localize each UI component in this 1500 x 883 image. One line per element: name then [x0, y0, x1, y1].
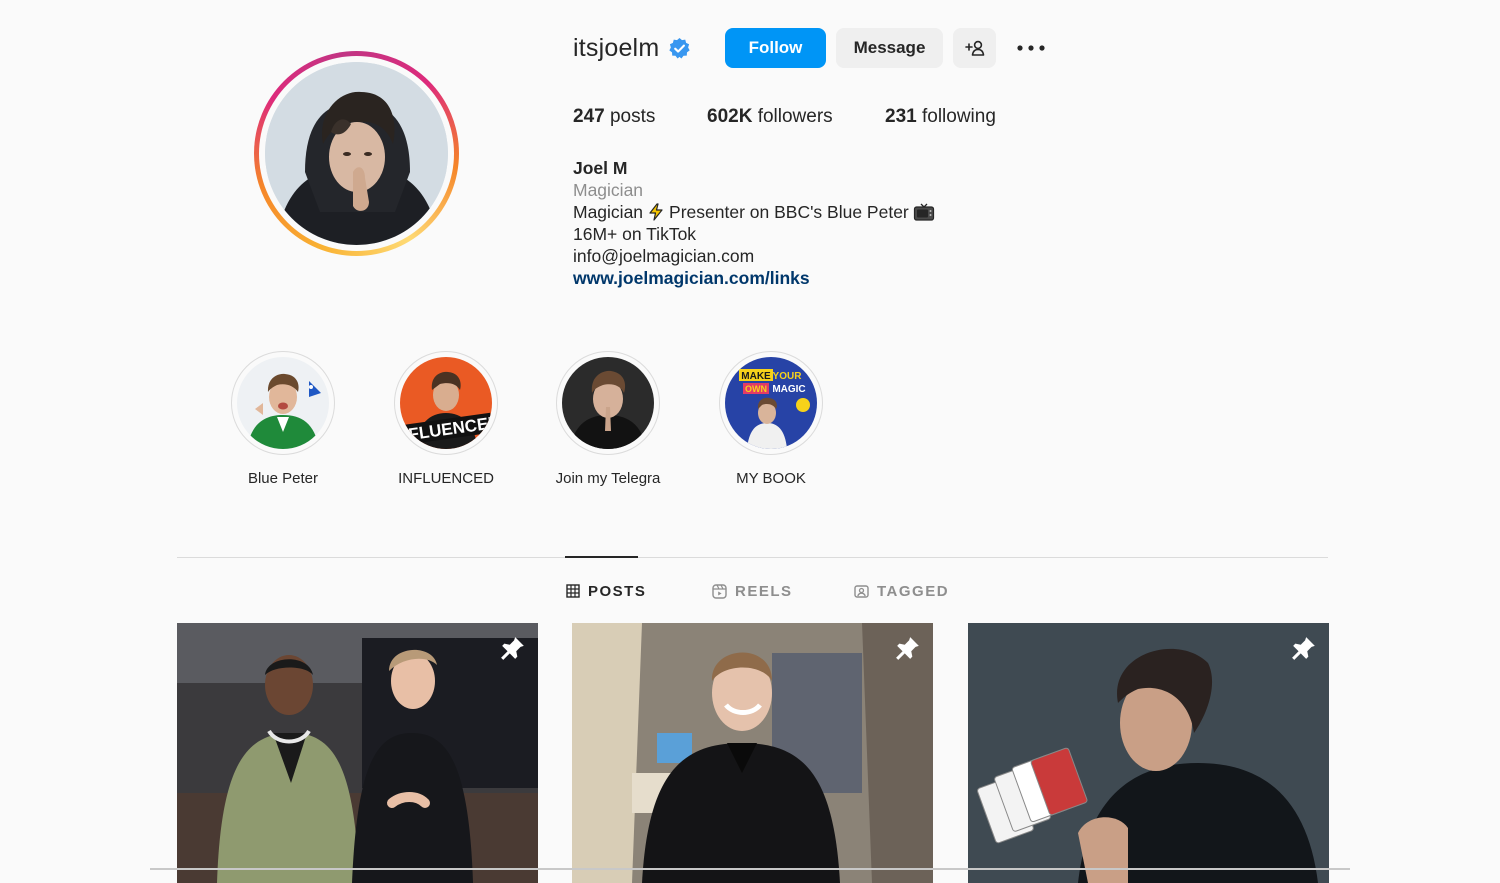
post-image — [572, 623, 933, 883]
highlight-label-influenced: INFLUENCED — [398, 470, 494, 487]
bio-line-1-b: Presenter on BBC's Blue Peter — [669, 202, 909, 222]
tab-reels-label: REELS — [735, 582, 793, 600]
profile-avatar[interactable] — [254, 51, 459, 256]
message-button[interactable]: Message — [836, 28, 943, 68]
following-link[interactable]: 231 following — [885, 106, 996, 128]
bio-line-2: 16M+ on TikTok — [573, 224, 697, 244]
highlight-telegram[interactable] — [556, 351, 660, 455]
highlight-cover: INFLUENCED — [400, 357, 492, 449]
grid-icon — [566, 584, 580, 598]
highlight-blue-peter[interactable] — [231, 351, 335, 455]
tv-icon — [913, 203, 935, 226]
followers-count-label: followers — [757, 106, 833, 127]
post-tile[interactable] — [177, 623, 538, 883]
active-tab-indicator — [565, 556, 638, 558]
tabs-divider — [177, 557, 1328, 558]
tab-posts[interactable]: POSTS — [566, 581, 646, 601]
profile-category: Magician — [573, 180, 644, 200]
tab-tagged[interactable]: TAGGED — [854, 581, 949, 601]
profile-full-name: Joel M — [573, 158, 628, 178]
highlight-label-my-book: MY BOOK — [736, 470, 806, 487]
reels-icon — [712, 583, 727, 599]
add-user-icon — [964, 40, 984, 56]
followers-link[interactable]: 602K followers — [707, 106, 833, 128]
following-count-value: 231 — [885, 106, 917, 127]
follow-button[interactable]: Follow — [725, 28, 826, 68]
post-image — [968, 623, 1329, 883]
bio-line-1-a: Magician — [573, 202, 644, 222]
book-cover-your: YOUR — [773, 371, 803, 382]
post-image — [177, 623, 538, 883]
tab-posts-label: POSTS — [588, 582, 647, 600]
more-options-button[interactable] — [1013, 36, 1049, 60]
more-horizontal-icon — [1017, 45, 1045, 51]
highlight-label-telegram: Join my Telegra — [555, 470, 661, 487]
book-cover-magic: MAGIC — [772, 384, 805, 395]
highlight-cover — [237, 357, 329, 449]
posts-count-label: posts — [609, 106, 656, 127]
lightning-icon — [647, 203, 665, 226]
verified-badge-icon — [669, 37, 690, 59]
followers-count-value: 602K — [707, 106, 753, 127]
highlight-label-blue-peter: Blue Peter — [247, 470, 319, 487]
profile-username: itsjoelm — [573, 34, 660, 62]
posts-count-value: 247 — [573, 106, 605, 127]
book-cover-make: MAKE — [741, 371, 771, 382]
tagged-icon — [854, 584, 869, 598]
pin-icon — [896, 637, 919, 660]
avatar-photo — [265, 62, 448, 245]
pin-icon — [1292, 637, 1315, 660]
highlight-cover: MAKE YOUR OWN MAGIC — [725, 357, 817, 449]
add-user-button[interactable] — [953, 28, 996, 68]
post-tile[interactable] — [572, 623, 933, 883]
bio-email: info@joelmagician.com — [573, 246, 755, 266]
tab-tagged-label: TAGGED — [877, 582, 950, 600]
bio-website-link[interactable]: www.joelmagician.com/links — [573, 268, 810, 289]
posts-count: 247 posts — [573, 106, 655, 128]
tab-reels[interactable]: REELS — [712, 581, 793, 601]
following-count-label: following — [921, 106, 996, 127]
highlight-cover — [562, 357, 654, 449]
highlight-influenced[interactable]: INFLUENCED — [394, 351, 498, 455]
pin-icon — [501, 637, 524, 660]
highlight-my-book[interactable]: MAKE YOUR OWN MAGIC — [719, 351, 823, 455]
post-tile[interactable] — [968, 623, 1329, 883]
bio-line-1: Magician Presenter on BBC's Blue Peter — [573, 202, 939, 226]
book-cover-own: OWN — [745, 384, 767, 394]
